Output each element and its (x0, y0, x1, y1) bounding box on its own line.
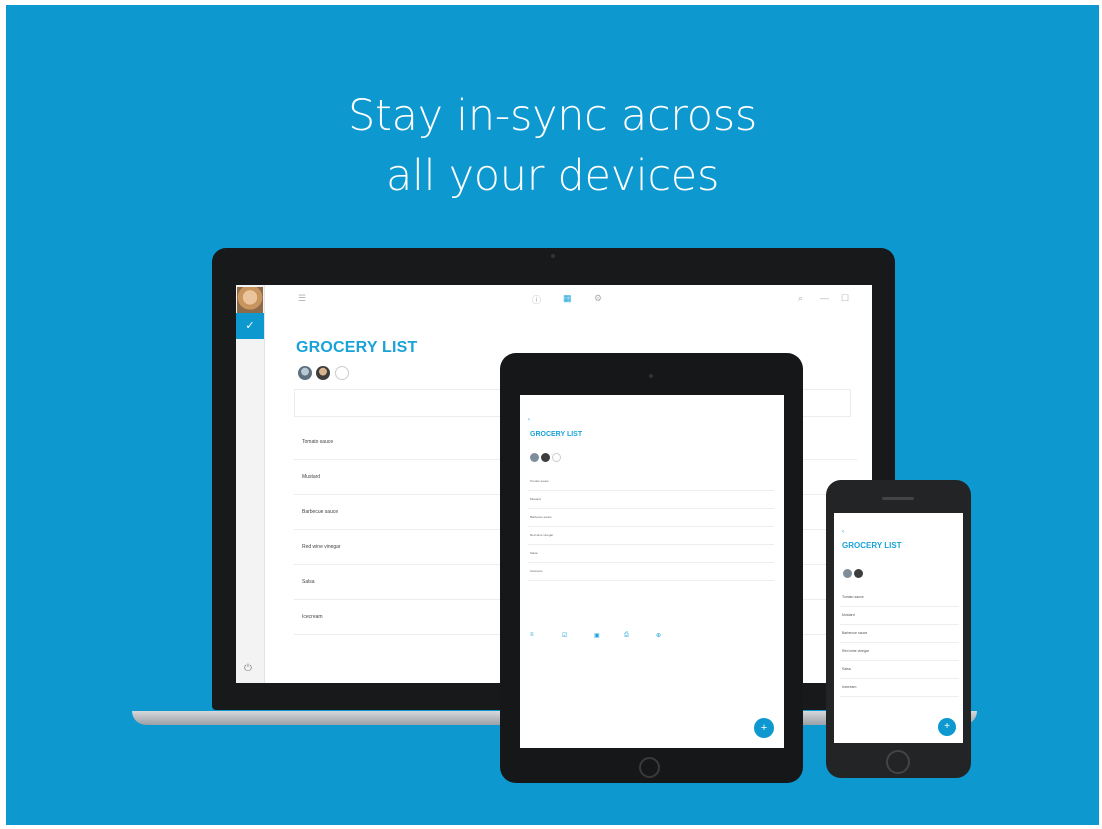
tablet-camera (649, 374, 653, 378)
phone-home-button[interactable] (886, 750, 910, 774)
add-button[interactable]: + (754, 718, 774, 738)
add-button[interactable]: + (938, 718, 956, 736)
checklist-icon[interactable]: ☑ (562, 632, 567, 639)
phone-device: ‹ GROCERY LIST Tomato sauce Mustard Barb… (826, 480, 971, 778)
list-item[interactable]: Mustard (528, 491, 774, 509)
list-item[interactable]: Salsa (840, 661, 959, 679)
list-title: GROCERY LIST (296, 339, 418, 356)
bold-icon[interactable]: ≡ (530, 632, 534, 638)
power-icon[interactable]: ⏻ (244, 663, 252, 674)
back-icon[interactable]: ‹ (528, 417, 530, 423)
back-icon[interactable]: ‹ (842, 529, 844, 535)
collaborator-avatar[interactable] (541, 453, 550, 462)
share-icon[interactable]: ⊕ (656, 632, 661, 639)
collaborator-avatar[interactable] (298, 366, 312, 380)
collaborator-avatar[interactable] (854, 569, 863, 578)
collaborator-avatar[interactable] (843, 569, 852, 578)
phone-speaker (882, 497, 914, 500)
phone-app-screen: ‹ GROCERY LIST Tomato sauce Mustard Barb… (834, 513, 963, 743)
tablet-app-screen: ‹ GROCERY LIST Tomato sauce Mustard Barb… (520, 395, 784, 748)
list-item[interactable]: Red wine vinegar (528, 527, 774, 545)
tablet-device: ‹ GROCERY LIST Tomato sauce Mustard Barb… (500, 353, 803, 783)
headline-line-2: all your devices (385, 151, 720, 201)
minimize-icon[interactable]: — (820, 293, 829, 303)
list-item[interactable]: Salsa (528, 545, 774, 563)
list-item[interactable]: Mustard (840, 607, 959, 625)
menu-icon[interactable]: ☰ (298, 293, 306, 304)
tablet-home-button[interactable] (639, 757, 660, 778)
list-title: GROCERY LIST (842, 541, 902, 550)
list-item[interactable]: Icecream (528, 563, 774, 581)
list-item[interactable]: Barbecue sauce (840, 625, 959, 643)
search-icon[interactable]: ⌕ (798, 293, 803, 304)
maximize-icon[interactable]: ☐ (841, 293, 849, 304)
sidebar: ✓ ⏻ (236, 285, 265, 683)
list-title: GROCERY LIST (530, 431, 583, 438)
list-item[interactable]: Icecream (840, 679, 959, 697)
headline-line-1: Stay in-sync across (348, 91, 757, 141)
list-view-icon[interactable]: ▦ (563, 293, 572, 304)
list-item[interactable]: Tomato sauce (528, 473, 774, 491)
collaborator-avatar[interactable] (530, 453, 539, 462)
image-icon[interactable]: ▣ (594, 632, 600, 639)
add-collaborator-button[interactable] (552, 453, 561, 462)
settings-icon[interactable]: ⚙ (594, 293, 602, 304)
list-item[interactable]: Barbecue sauce (528, 509, 774, 527)
collaborator-avatar[interactable] (316, 366, 330, 380)
laptop-camera (551, 254, 555, 258)
list-item[interactable]: Red wine vinegar (840, 643, 959, 661)
info-icon[interactable]: ⓘ (532, 293, 541, 306)
check-icon[interactable]: ✓ (236, 313, 264, 339)
list-item[interactable]: Tomato sauce (840, 589, 959, 607)
add-collaborator-button[interactable] (335, 366, 349, 380)
avatar[interactable] (237, 287, 263, 313)
attach-icon[interactable]: ⎙ (624, 632, 629, 639)
